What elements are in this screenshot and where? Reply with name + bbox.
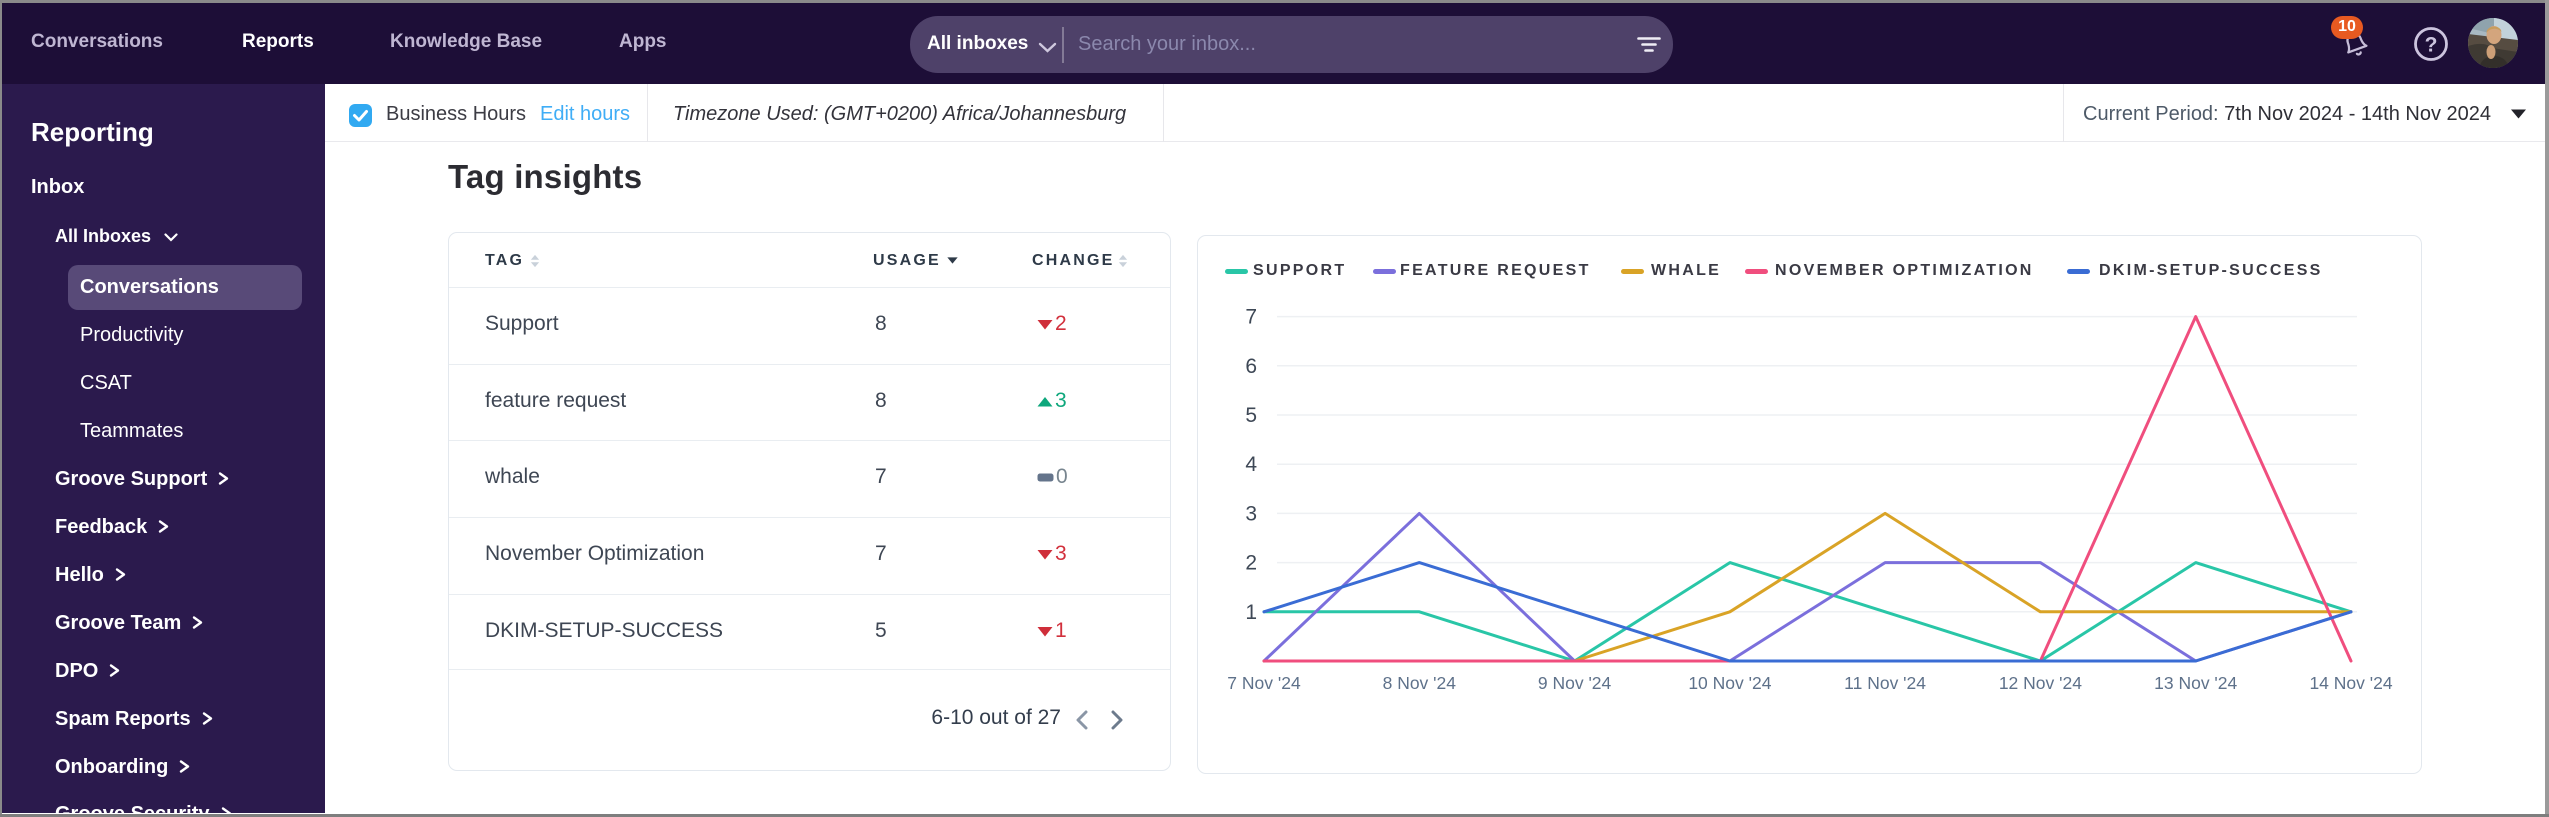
svg-text:?: ? bbox=[2425, 34, 2438, 57]
svg-text:7: 7 bbox=[1245, 306, 1257, 329]
svg-text:12 Nov '24: 12 Nov '24 bbox=[1999, 673, 2082, 693]
svg-text:8 Nov '24: 8 Nov '24 bbox=[1383, 673, 1457, 693]
svg-text:14 Nov '24: 14 Nov '24 bbox=[2309, 673, 2392, 693]
svg-text:1: 1 bbox=[1245, 601, 1257, 624]
svg-text:5: 5 bbox=[1245, 404, 1257, 427]
svg-text:4: 4 bbox=[1245, 453, 1257, 476]
svg-text:13 Nov '24: 13 Nov '24 bbox=[2154, 673, 2237, 693]
svg-text:2: 2 bbox=[1245, 552, 1257, 575]
svg-text:7 Nov '24: 7 Nov '24 bbox=[1227, 673, 1301, 693]
svg-text:11 Nov '24: 11 Nov '24 bbox=[1844, 673, 1926, 693]
svg-text:6: 6 bbox=[1245, 355, 1257, 378]
svg-text:9 Nov '24: 9 Nov '24 bbox=[1538, 673, 1612, 693]
svg-text:3: 3 bbox=[1245, 502, 1257, 525]
svg-text:10 Nov '24: 10 Nov '24 bbox=[1688, 673, 1771, 693]
